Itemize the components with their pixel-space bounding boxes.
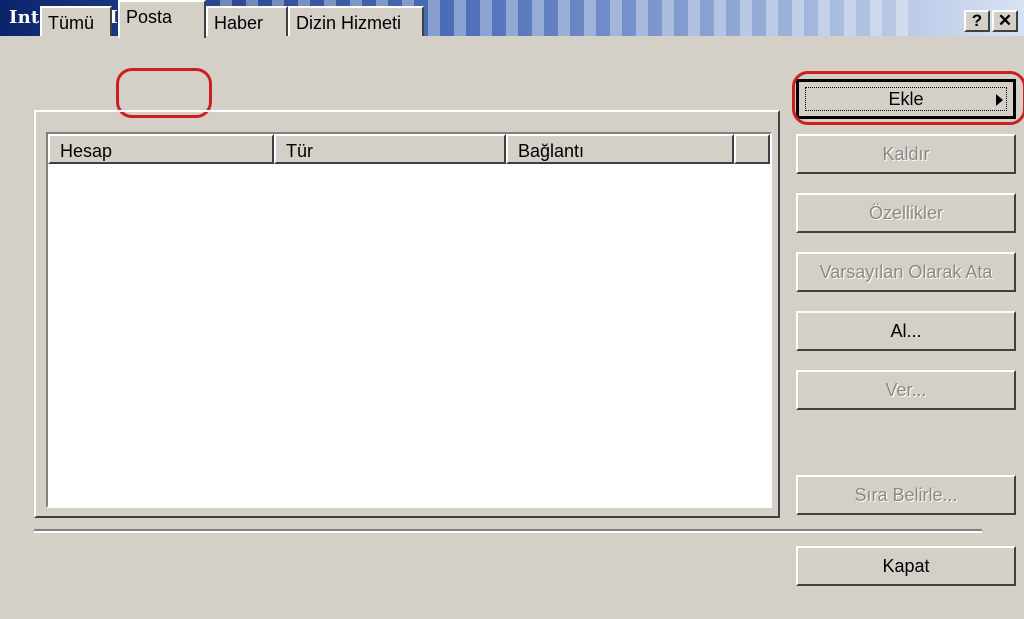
accounts-list[interactable]: Hesap Tür Bağlantı (46, 132, 772, 508)
tab-dizin-hizmeti[interactable]: Dizin Hizmeti (288, 6, 424, 36)
separator-line (34, 529, 982, 533)
close-window-button[interactable]: ✕ (992, 10, 1018, 32)
focus-ring (805, 87, 1007, 111)
close-button[interactable]: Kapat (796, 546, 1016, 586)
help-button[interactable]: ? (964, 10, 990, 32)
tab-tumu[interactable]: Tümü (40, 6, 112, 36)
set-order-button[interactable]: Sıra Belirle... (796, 475, 1016, 515)
tab-label: Dizin Hizmeti (296, 13, 402, 33)
export-button[interactable]: Ver... (796, 370, 1016, 410)
column-header-tur[interactable]: Tür (274, 134, 506, 164)
import-button[interactable]: Al... (796, 311, 1016, 351)
set-default-button[interactable]: Varsayılan Olarak Ata (796, 252, 1016, 292)
submenu-arrow-icon (996, 94, 1003, 106)
list-header: Hesap Tür Bağlantı (48, 134, 770, 164)
tab-label: Haber (214, 13, 264, 33)
tab-label: Tümü (48, 13, 95, 33)
properties-button[interactable]: Özellikler (796, 193, 1016, 233)
add-button[interactable]: Ekle (796, 79, 1016, 119)
tab-haber[interactable]: Haber (206, 6, 288, 36)
tab-label: Posta (126, 7, 173, 27)
remove-button[interactable]: Kaldır (796, 134, 1016, 174)
column-header-baglanti[interactable]: Bağlantı (506, 134, 734, 164)
column-header-empty (734, 134, 770, 164)
close-icon: ✕ (997, 11, 1013, 30)
column-header-hesap[interactable]: Hesap (48, 134, 274, 164)
tab-posta[interactable]: Posta (118, 0, 206, 38)
